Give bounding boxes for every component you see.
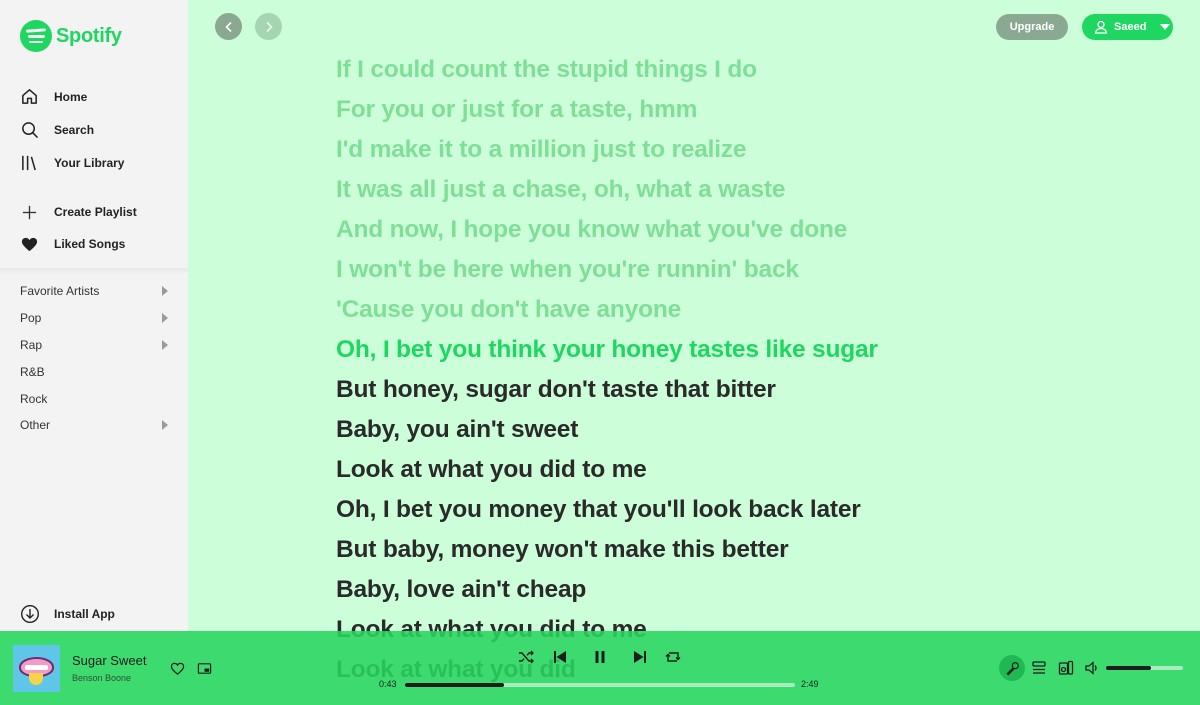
library-icon: [22, 155, 36, 171]
player-bar: Sugar Sweet Benson Boone 0:43 2:49: [0, 631, 1200, 705]
next-icon[interactable]: [632, 649, 648, 665]
create-playlist-button[interactable]: Create Playlist: [20, 196, 180, 228]
track-title[interactable]: Sugar Sweet: [72, 653, 146, 668]
lyric-line-past[interactable]: It was all just a chase, oh, what a wast…: [336, 170, 1156, 210]
lyric-line-past[interactable]: I won't be here when you're runnin' back: [336, 250, 1156, 290]
volume-icon[interactable]: [1084, 660, 1100, 676]
nav-search[interactable]: Search: [20, 113, 180, 146]
repeat-icon[interactable]: [665, 649, 681, 665]
connect-device-icon[interactable]: [1058, 660, 1074, 676]
elapsed-time: 0:43: [379, 679, 397, 689]
spotify-logo[interactable]: Spotify: [20, 20, 122, 52]
download-circle-icon: [20, 604, 40, 624]
cover-art-drip: [29, 673, 43, 685]
lyric-line-future[interactable]: Look at what you did to me: [336, 450, 1156, 490]
forward-button[interactable]: [255, 13, 282, 40]
heart-icon[interactable]: [170, 661, 185, 676]
search-icon: [22, 122, 38, 138]
track-artist[interactable]: Benson Boone: [72, 673, 131, 683]
folder-pop[interactable]: Pop: [20, 305, 168, 332]
lyric-line-past[interactable]: 'Cause you don't have anyone: [336, 290, 1156, 330]
microphone-icon: [1005, 661, 1019, 675]
nav-label: Home: [54, 89, 88, 104]
main-nav: Home Search Your Library: [20, 80, 180, 179]
playlist-rnb[interactable]: R&B: [20, 358, 168, 385]
folder-favorite-artists[interactable]: Favorite Artists: [20, 278, 168, 305]
user-name: Saeed: [1114, 21, 1147, 33]
total-time: 2:49: [801, 679, 819, 689]
lyric-line-future[interactable]: But baby, money won't make this better: [336, 530, 1156, 570]
user-menu-button[interactable]: Saeed: [1082, 14, 1173, 40]
playlist-label: R&B: [20, 364, 45, 379]
lyric-line-future[interactable]: But honey, sugar don't taste that bitter: [336, 370, 1156, 410]
folder-other[interactable]: Other: [20, 412, 168, 439]
expand-arrow-icon: [162, 286, 168, 297]
nav-home[interactable]: Home: [20, 80, 180, 113]
chevron-left-icon: [224, 21, 232, 32]
lyrics-panel: If I could count the stupid things I do F…: [336, 50, 1156, 690]
volume-slider[interactable]: [1106, 666, 1183, 670]
folder-label: Favorite Artists: [20, 284, 100, 299]
install-app-label: Install App: [54, 607, 115, 621]
spotify-icon: [20, 20, 52, 52]
playlist-rock[interactable]: Rock: [20, 385, 168, 412]
expand-arrow-icon: [162, 420, 168, 431]
progress-fill: [405, 683, 505, 687]
liked-songs-button[interactable]: Liked Songs: [20, 228, 180, 260]
expand-arrow-icon: [162, 313, 168, 324]
lyric-line-past[interactable]: For you or just for a taste, hmm: [336, 90, 1156, 130]
nav-label: Your Library: [54, 155, 125, 170]
expand-arrow-icon: [162, 339, 168, 350]
create-playlist-label: Create Playlist: [54, 205, 137, 219]
folder-label: Pop: [20, 311, 42, 326]
sidebar: Spotify Home Search Your Library Create …: [0, 0, 188, 631]
lyrics-button[interactable]: [999, 655, 1025, 681]
plus-icon: [22, 205, 37, 219]
lyric-line-future[interactable]: Baby, you ain't sweet: [336, 410, 1156, 450]
folder-label: Other: [20, 418, 51, 433]
home-icon: [22, 89, 37, 104]
upgrade-button[interactable]: Upgrade: [996, 14, 1068, 40]
progress-bar[interactable]: [405, 683, 795, 687]
install-app-button[interactable]: Install App: [20, 604, 115, 624]
logo-text: Spotify: [56, 24, 122, 47]
album-cover[interactable]: [13, 645, 60, 692]
back-button[interactable]: [215, 13, 242, 40]
lyric-line-future[interactable]: Oh, I bet you money that you'll look bac…: [336, 490, 1156, 530]
shuffle-icon[interactable]: [518, 649, 534, 665]
lyric-line-past[interactable]: If I could count the stupid things I do: [336, 50, 1156, 90]
cover-art-teeth: [25, 665, 48, 670]
user-icon: [1094, 20, 1108, 34]
liked-songs-label: Liked Songs: [54, 237, 126, 251]
nav-your-library[interactable]: Your Library: [20, 146, 180, 179]
library-actions: Create Playlist Liked Songs: [20, 196, 180, 260]
lyric-line-future[interactable]: Baby, love ain't cheap: [336, 570, 1156, 610]
lyric-line-past[interactable]: I'd make it to a million just to realize: [336, 130, 1156, 170]
playlist-label: Rock: [20, 391, 48, 406]
folder-rap[interactable]: Rap: [20, 332, 168, 359]
heart-icon: [21, 237, 38, 251]
previous-icon[interactable]: [552, 649, 568, 665]
lyric-line-current[interactable]: Oh, I bet you think your honey tastes li…: [336, 330, 1156, 370]
queue-icon[interactable]: [1031, 660, 1047, 676]
volume-fill: [1106, 666, 1151, 670]
caret-down-icon: [1160, 24, 1171, 30]
nav-label: Search: [54, 122, 95, 137]
picture-in-picture-icon[interactable]: [197, 661, 212, 676]
sidebar-divider: [0, 268, 188, 274]
playlist-folders: Favorite Artists Pop Rap R&B Rock Other: [20, 278, 168, 439]
chevron-right-icon: [265, 21, 273, 32]
folder-label: Rap: [20, 337, 43, 352]
lyric-line-past[interactable]: And now, I hope you know what you've don…: [336, 210, 1156, 250]
pause-icon[interactable]: [592, 649, 608, 665]
